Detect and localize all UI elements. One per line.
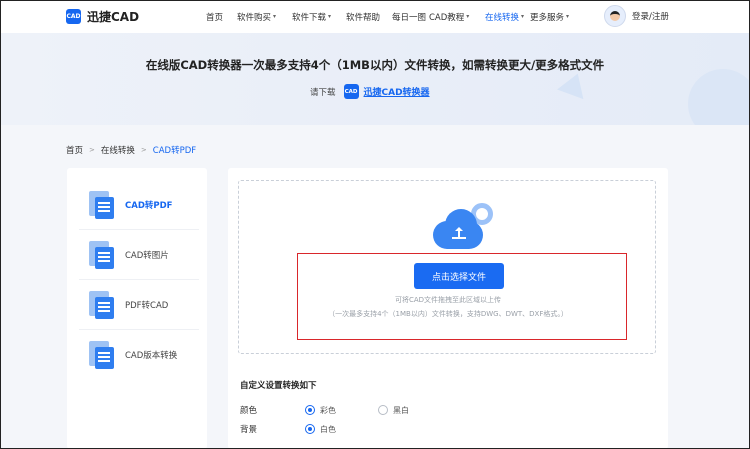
chevron-right-icon: > [89,146,95,154]
top-header: CAD 迅捷CAD 首页 软件购买 ▾ 软件下载 ▾ 软件帮助 每日一图 CAD教程 ▾ 在线转换… [0,0,750,33]
sidebar-item-label: CAD版本转换 [125,351,178,361]
nav-item-label: 每日一图 [392,12,427,23]
sidebar-item-cad-to-image[interactable]: CAD转图片 [79,230,199,280]
nav-item-3[interactable]: 软件帮助 [346,11,392,23]
nav-item-label: 更多服务 [530,12,565,23]
bw-option-text[interactable]: 黑白 [393,405,409,416]
file-dropzone[interactable]: 点击选择文件 可将CAD文件拖拽至此区域以上传 （一次最多支持4个（1MB以内）… [238,180,656,354]
nav-item-label: CAD教程 [429,12,465,23]
promo-banner: 在线版CAD转换器一次最多支持4个（1MB以内）文件转换，如需转换更大/更多格式… [0,33,750,125]
breadcrumb-section[interactable]: 在线转换 [101,144,135,156]
logo-icon: CAD [66,9,81,24]
decorative-triangle [557,68,591,100]
sidebar-item-label: PDF转CAD [125,300,169,311]
login-register-link[interactable]: 登录/注册 [632,10,669,22]
sidebar-item-cad-version-convert[interactable]: CAD版本转换 [79,330,199,380]
download-converter-link[interactable]: 迅捷CAD转换器 [364,85,430,98]
cad-version-convert-icon [89,341,115,369]
file-limit-hint: （一次最多支持4个（1MB以内）文件转换，支持DWG、DWT、DXF格式。） [328,310,568,318]
site-logo[interactable]: CAD 迅捷CAD [66,8,139,25]
sidebar-item-label: CAD转图片 [125,250,169,261]
color-radio-color[interactable] [305,405,315,415]
user-area[interactable]: 登录/注册 [604,5,669,27]
main-nav: 首页 软件购买 ▾ 软件下载 ▾ 软件帮助 每日一图 CAD教程 ▾ 在线转换 ▾ 更多服务 ▾ [206,0,585,33]
nav-item-label: 软件帮助 [346,12,381,23]
nav-item-2[interactable]: 软件下载 ▾ [292,11,346,23]
decorative-circle [688,69,750,125]
breadcrumb-home[interactable]: 首页 [66,144,83,156]
settings-title: 自定义设置转换如下 [240,381,317,391]
color-option-text[interactable]: 彩色 [320,405,336,416]
background-radio-white[interactable] [305,424,315,434]
chevron-down-icon: ▾ [328,13,332,20]
color-label: 颜色 [240,406,258,416]
nav-item-label: 软件购买 [237,12,272,23]
nav-item-1[interactable]: 软件购买 ▾ [237,11,292,23]
chevron-right-icon: > [140,146,147,154]
chevron-down-icon: ▾ [273,13,277,20]
breadcrumb: 首页 > 在线转换 > CAD转PDF [66,144,196,156]
banner-download-row: 请下载 CAD 迅捷CAD转换器 [310,84,430,99]
nav-item-6[interactable]: 在线转换 ▾ [485,11,530,23]
nav-item-0[interactable]: 首页 [206,11,237,23]
nav-item-label: 软件下载 [292,12,327,23]
breadcrumb-current: CAD转PDF [152,146,197,156]
sidebar-item-label: CAD转PDF [125,200,173,211]
banner-title: 在线版CAD转换器一次最多支持4个（1MB以内）文件转换，如需转换更大/更多格式… [145,58,605,72]
color-option-row: 颜色 彩色 黑白 [240,404,409,416]
nav-item-7[interactable]: 更多服务 ▾ [530,11,585,23]
cloud-upload-icon [423,203,513,253]
nav-item-4[interactable]: 每日一图 [392,11,429,23]
chevron-down-icon: ▾ [466,13,470,20]
logo-text: 迅捷CAD [87,10,140,24]
background-option-row: 背景 白色 [240,423,336,435]
drag-drop-hint: 可将CAD文件拖拽至此区域以上传 [394,296,502,304]
background-label: 背景 [240,425,258,435]
converter-app-icon[interactable]: CAD [343,84,359,99]
chevron-down-icon: ▾ [566,13,570,20]
color-radio-bw[interactable] [378,405,388,415]
main-panel: 点击选择文件 可将CAD文件拖拽至此区域以上传 （一次最多支持4个（1MB以内）… [228,168,668,449]
nav-item-5[interactable]: CAD教程 ▾ [429,11,485,23]
cad-to-image-icon [89,240,115,269]
select-file-button[interactable]: 点击选择文件 [414,263,504,289]
nav-item-label: 在线转换 [485,12,520,23]
nav-item-label: 首页 [206,12,224,23]
avatar-head [610,11,620,21]
sidebar-item-cad-to-pdf[interactable]: CAD转PDF [79,180,199,230]
avatar-icon[interactable] [604,5,626,27]
download-prompt: 请下载 [310,87,336,98]
white-option-text[interactable]: 白色 [320,424,336,435]
pdf-to-cad-icon [89,290,115,319]
chevron-down-icon: ▾ [521,13,525,20]
cad-to-pdf-icon [89,190,115,219]
conversion-sidebar: CAD转PDF CAD转图片 PDF转CAD CAD版本转换 [67,168,207,449]
sidebar-item-pdf-to-cad[interactable]: PDF转CAD [79,280,199,330]
